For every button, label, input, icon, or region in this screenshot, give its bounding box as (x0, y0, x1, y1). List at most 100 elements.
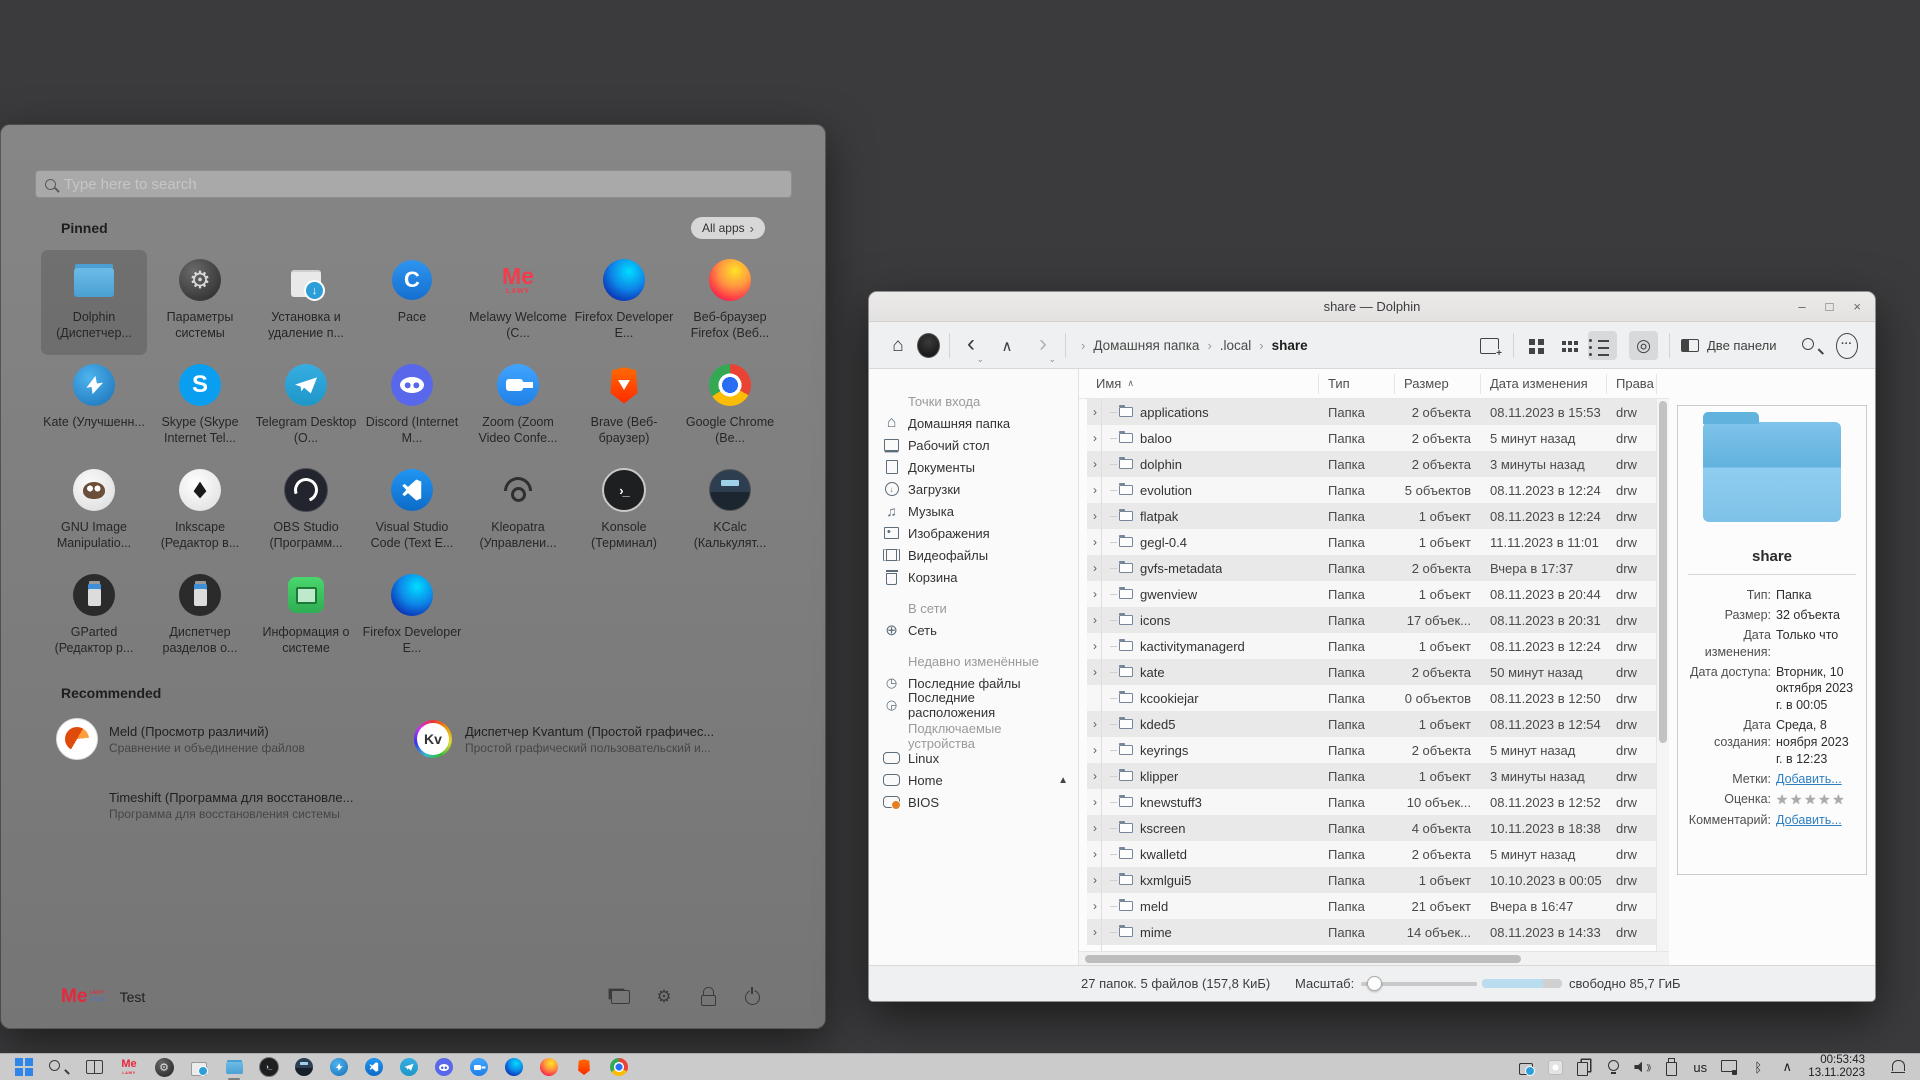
minimize-button[interactable]: – (1798, 300, 1805, 313)
file-row[interactable]: › gwenview Папка 1 объект 08.11.2023 в 2… (1087, 581, 1669, 607)
column-header[interactable]: Размер (1395, 374, 1481, 394)
pinned-app[interactable]: Firefox Developer E... (359, 565, 465, 670)
notifications-bell-icon[interactable] (1890, 1057, 1906, 1077)
pinned-app[interactable]: Inkscape (Редактор в... (147, 460, 253, 565)
user-name[interactable]: Test (120, 989, 146, 1005)
split-view-label[interactable]: Две панели (1707, 322, 1777, 369)
window-titlebar[interactable]: share — Dolphin – □ × (869, 292, 1875, 322)
pinned-app[interactable]: Google Chrome (Be... (677, 355, 783, 460)
places-item[interactable]: Видеофайлы (883, 544, 1078, 566)
expander-icon[interactable]: › (1090, 509, 1100, 523)
file-row[interactable]: › applications Папка 2 объекта 08.11.202… (1087, 399, 1669, 425)
pinned-app[interactable]: Zoom (Zoom Video Confe... (465, 355, 571, 460)
search-input[interactable]: Type here to search (35, 170, 792, 198)
recommended-item[interactable]: Диспетчер Kvantum (Простой графичес... П… (413, 713, 743, 765)
file-row[interactable]: › gvfs-metadata Папка 2 объекта Вчера в … (1087, 555, 1669, 581)
file-row[interactable]: › gegl-0.4 Папка 1 объект 11.11.2023 в 1… (1087, 529, 1669, 555)
recommended-item[interactable]: Timeshift (Программа для восстановле... … (57, 779, 387, 831)
settings-icon[interactable] (653, 986, 675, 1008)
taskbar-app[interactable] (259, 1057, 279, 1077)
maximize-button[interactable]: □ (1826, 300, 1834, 313)
icons-view-button[interactable] (1521, 331, 1550, 360)
pinned-app[interactable]: Brave (Веб-браузер) (571, 355, 677, 460)
expander-icon[interactable]: › (1090, 431, 1100, 445)
zoom-slider[interactable] (1361, 982, 1477, 986)
pinned-app[interactable]: Информация о системе (253, 565, 359, 670)
expander-icon[interactable]: › (1090, 613, 1100, 627)
places-item[interactable]: Рабочий стол (883, 434, 1078, 456)
all-apps-button[interactable]: All apps (691, 217, 765, 239)
display-lock-icon[interactable] (1721, 1057, 1737, 1077)
expander-icon[interactable]: › (1090, 925, 1100, 939)
vertical-scrollbar[interactable] (1656, 399, 1669, 951)
breadcrumb-home[interactable]: Домашняя папка (1093, 338, 1199, 353)
pinned-app[interactable]: Pace (359, 250, 465, 355)
places-item[interactable]: Linux (883, 747, 1078, 769)
places-item[interactable]: Home ▲ (883, 769, 1078, 791)
details-view-button[interactable] (1588, 331, 1617, 360)
pinned-app[interactable]: OBS Studio (Программ... (253, 460, 359, 565)
bluetooth-icon[interactable]: ᛒ (1750, 1057, 1766, 1077)
places-item[interactable]: Документы (883, 456, 1078, 478)
taskbar-app[interactable] (609, 1057, 629, 1077)
pinned-app[interactable]: Kate (Улучшенн... (41, 355, 147, 460)
taskbar-app[interactable] (469, 1057, 489, 1077)
column-header[interactable]: Дата изменения (1481, 374, 1607, 394)
file-row[interactable]: › kscreen Папка 4 объекта 10.11.2023 в 1… (1087, 815, 1669, 841)
taskbar-app[interactable] (574, 1057, 594, 1077)
pinned-app[interactable]: Discord (Internet M... (359, 355, 465, 460)
taskbar-app[interactable] (154, 1057, 174, 1077)
taskbar-app[interactable] (434, 1057, 454, 1077)
expander-icon[interactable]: › (1090, 561, 1100, 575)
close-button[interactable]: × (1853, 300, 1861, 313)
file-row[interactable]: › kwalletd Папка 2 объекта 5 минут назад… (1087, 841, 1669, 867)
compact-view-button[interactable] (1555, 331, 1584, 360)
night-color-icon[interactable] (1605, 1057, 1621, 1077)
file-row[interactable]: › flatpak Папка 1 объект 08.11.2023 в 12… (1087, 503, 1669, 529)
file-row[interactable]: › kded5 Папка 1 объект 08.11.2023 в 12:5… (1087, 711, 1669, 737)
file-row[interactable]: › klipper Папка 1 объект 3 минуты назад … (1087, 763, 1669, 789)
menu-button[interactable] (1832, 331, 1861, 360)
places-item[interactable]: Домашняя папка (883, 412, 1078, 434)
places-item[interactable]: Точки входа (883, 390, 1078, 412)
taskbar-app[interactable] (294, 1057, 314, 1077)
clipboard-icon[interactable] (1576, 1057, 1592, 1077)
places-item[interactable]: Сеть (883, 619, 1078, 641)
expander-icon[interactable]: › (1090, 639, 1100, 653)
file-row[interactable]: › kate Папка 2 объекта 50 минут назад dr… (1087, 659, 1669, 685)
expander-icon[interactable]: › (1090, 587, 1100, 601)
taskbar-app[interactable] (189, 1057, 209, 1077)
file-row[interactable]: › kactivitymanagerd Папка 1 объект 08.11… (1087, 633, 1669, 659)
taskbar-app[interactable] (119, 1057, 139, 1077)
places-item[interactable]: Последние расположения (883, 694, 1078, 716)
expander-icon[interactable]: › (1090, 795, 1100, 809)
search-button[interactable] (1799, 331, 1828, 360)
file-row[interactable]: › evolution Папка 5 объектов 08.11.2023 … (1087, 477, 1669, 503)
pinned-app[interactable]: GParted (Редактор р... (41, 565, 147, 670)
file-row[interactable]: › mime Папка 14 объек... 08.11.2023 в 14… (1087, 919, 1669, 945)
expander-icon[interactable]: › (1090, 873, 1100, 887)
pinned-app[interactable]: Диспетчер разделов о... (147, 565, 253, 670)
pinned-app[interactable]: Telegram Desktop (O... (253, 355, 359, 460)
expander-icon[interactable]: › (1090, 847, 1100, 861)
expander-icon[interactable]: › (1090, 483, 1100, 497)
forward-button[interactable]: › (1029, 322, 1057, 369)
places-item[interactable]: Подключаемые устройства (883, 725, 1078, 747)
user-avatar-icon[interactable] (915, 322, 941, 369)
column-header[interactable]: Тип (1319, 374, 1395, 394)
breadcrumb-current[interactable]: share (1272, 338, 1308, 353)
pinned-app[interactable]: Firefox Developer E... (571, 250, 677, 355)
expander-icon[interactable]: › (1090, 665, 1100, 679)
expander-icon[interactable]: › (1090, 457, 1100, 471)
places-item[interactable]: Недавно изменённые (883, 650, 1078, 672)
expander-icon[interactable]: › (1090, 535, 1100, 549)
tray-expand-icon[interactable]: ∧ (1779, 1057, 1795, 1077)
column-header[interactable]: Права (1607, 374, 1657, 394)
pinned-app[interactable]: KCalc (Калькулят... (677, 460, 783, 565)
file-row[interactable]: › baloo Папка 2 объекта 5 минут назад dr… (1087, 425, 1669, 451)
places-item[interactable]: В сети (883, 597, 1078, 619)
files-icon[interactable] (609, 986, 631, 1008)
taskbar-app[interactable] (49, 1057, 69, 1077)
security-icon[interactable] (1547, 1057, 1563, 1077)
places-item[interactable]: Музыка (883, 500, 1078, 522)
